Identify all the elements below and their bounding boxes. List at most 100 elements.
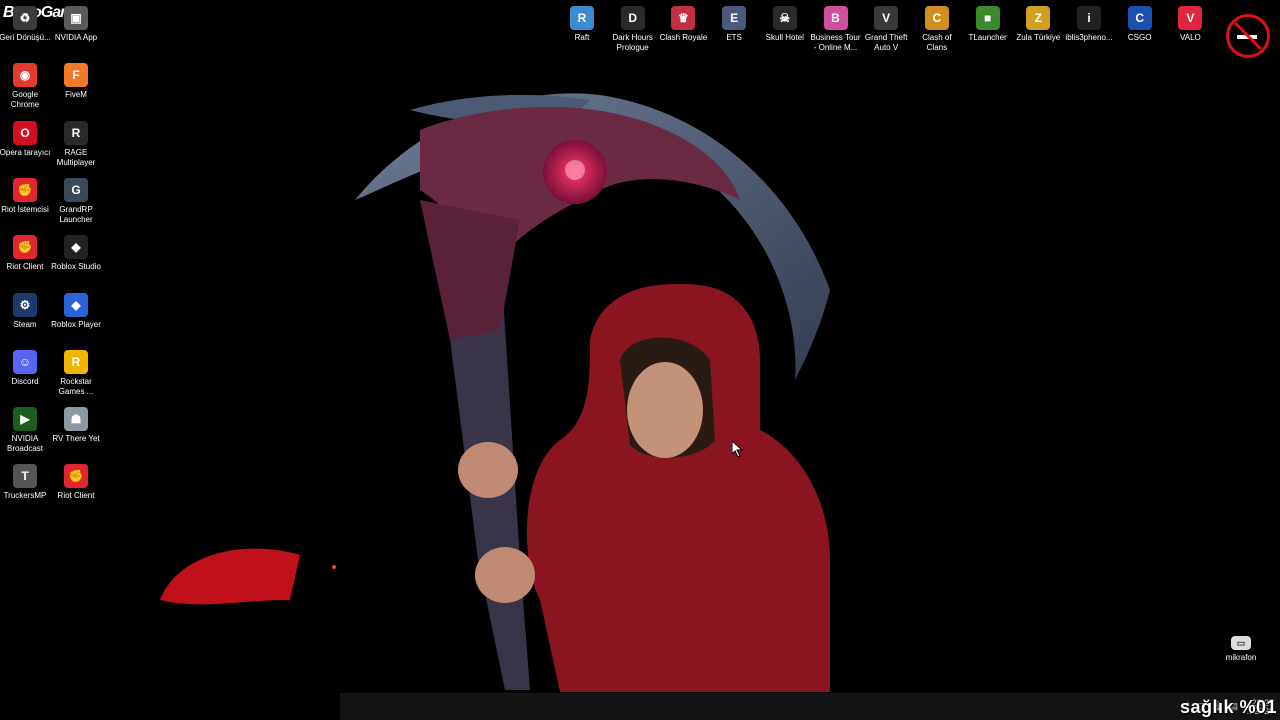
desktop-icon[interactable]: C Clash of Clans: [911, 6, 963, 53]
desktop-icon-label: Clash of Clans: [922, 33, 952, 52]
desktop-icon-label: ETS: [726, 33, 742, 42]
desktop-icon[interactable]: ✊ Riot Client: [0, 235, 51, 272]
iblis-icon: i: [1077, 6, 1101, 30]
desktop-icon-label: CSGO: [1127, 33, 1152, 42]
desktop-icon[interactable]: ♻ Geri Dönüşü...: [0, 6, 51, 43]
recycle-bin-icon: ♻: [13, 6, 37, 30]
desktop-icon-label: TruckersMP: [3, 491, 47, 501]
valorant-icon: V: [1178, 6, 1203, 30]
desktop-icon[interactable]: E ETS: [708, 6, 760, 43]
discord-icon: ☺: [13, 349, 37, 374]
clash-royale-icon: ♛: [671, 6, 696, 30]
desktop-icon[interactable]: i iblis3pheno...: [1063, 6, 1115, 43]
fivem-icon: F: [64, 63, 88, 88]
desktop-icon[interactable]: ⚙ Steam: [0, 292, 51, 330]
desktop-icon[interactable]: ◆ Roblox Player: [50, 292, 102, 330]
desktop-icon[interactable]: ▣ NVIDIA App: [50, 6, 102, 43]
clash-of-clans-icon: C: [924, 6, 949, 30]
csgo-icon: C: [1127, 6, 1152, 30]
desktop-icon-label: Riot Client: [57, 491, 95, 501]
desktop-icon-label: Google Chrome: [10, 90, 40, 110]
roblox-player-icon: ◆: [64, 292, 88, 317]
desktop-icon[interactable]: ✊ Riot Client: [50, 464, 102, 501]
desktop-icon[interactable]: R Raft: [556, 6, 608, 43]
no-smoking-icon: [1233, 21, 1263, 51]
riot-client-icon: ✊: [64, 464, 88, 489]
desktop-icon-label: Riot İstemcisi: [1, 204, 49, 214]
steam-icon: ⚙: [13, 292, 37, 317]
desktop-icon-label: Raft: [574, 33, 590, 42]
desktop-icon[interactable]: ◉ Google Chrome: [0, 63, 51, 110]
desktop-icon[interactable]: V VALO: [1164, 6, 1216, 43]
chrome-icon: ◉: [13, 63, 37, 88]
desktop-icon[interactable]: B Business Tour - Online M...: [810, 6, 862, 53]
desktop-icon[interactable]: T TruckersMP: [0, 464, 51, 501]
desktop-icon-label: TLauncher: [968, 33, 1007, 42]
desktop-icon-label: NVIDIA Broadcast: [6, 434, 44, 454]
mouse-cursor-icon: [732, 441, 744, 457]
desktop-icon[interactable]: G GrandRP Launcher: [50, 177, 102, 225]
rv-there-yet-icon: ☗: [64, 407, 88, 432]
rage-mp-icon: R: [64, 120, 88, 145]
desktop-icon[interactable]: V Grand Theft Auto V: [860, 6, 912, 53]
grandrp-icon: G: [64, 177, 88, 202]
taskbar: ⌃ ▢ 🎙 ▤ 23:27 ... 2026: [340, 693, 1280, 720]
desktop-icon[interactable]: ☗ RV There Yet: [50, 407, 102, 444]
opera-icon: O: [13, 120, 37, 145]
desktop-icon-label: RAGE Multiplayer: [56, 147, 96, 167]
desktop-icon-label: Dark Hours Prologue: [612, 33, 653, 52]
desktop-icon[interactable]: C CSGO: [1114, 6, 1166, 43]
microphone-shortcut-icon: ▭: [1231, 636, 1251, 650]
gta-v-icon: V: [874, 6, 899, 30]
business-tour-icon: B: [823, 6, 848, 30]
zula-icon: Z: [1026, 6, 1051, 30]
nvidia-broadcast-icon: ▶: [13, 407, 37, 432]
desktop-icon-label: GrandRP Launcher: [59, 204, 93, 224]
desktop-icon-label: Grand Theft Auto V: [864, 33, 908, 52]
rockstar-icon: R: [64, 349, 88, 374]
desktop-icon-label: VALO: [1180, 33, 1201, 42]
desktop-icon-label: mikrafon: [1225, 653, 1257, 662]
desktop-icon-label: Discord: [11, 376, 39, 386]
desktop-icon-label: Skull Hotel: [765, 33, 804, 42]
desktop-icon[interactable]: ■ TLauncher: [962, 6, 1014, 43]
desktop-icon[interactable]: ✊ Riot İstemcisi: [0, 177, 51, 215]
desktop-icon-mikrafon[interactable]: ▭ mikrafon: [1215, 636, 1267, 663]
desktop-icon[interactable]: ♛ Clash Royale: [657, 6, 709, 43]
desktop-icon[interactable]: ▶ NVIDIA Broadcast: [0, 407, 51, 454]
desktop-icon[interactable]: F FiveM: [50, 63, 102, 100]
desktop-icon[interactable]: D Dark Hours Prologue: [607, 6, 659, 53]
desktop-icon-label: Roblox Studio: [51, 262, 101, 272]
desktop-icon-label: Business Tour - Online M...: [810, 33, 861, 52]
skull-hotel-icon: ☠: [772, 6, 797, 30]
desktop-icon[interactable]: ☺ Discord: [0, 349, 51, 387]
desktop-icon[interactable]: O Opera tarayıcı: [0, 120, 51, 158]
desktop-icon-label: Roblox Player: [51, 319, 101, 329]
desktop-icon[interactable]: ◆ Roblox Studio: [50, 235, 102, 272]
nvidia-app-icon: ▣: [64, 6, 88, 30]
no-smoking-badge-icon: [1226, 14, 1270, 58]
desktop-icon-label: Opera tarayıcı: [0, 147, 51, 157]
desktop-icon-label: Steam: [13, 319, 37, 329]
truckersmp-icon: T: [13, 464, 37, 489]
wallpaper-art: [160, 93, 830, 692]
desktop-wallpaper: [0, 0, 1280, 720]
desktop-icon-label: NVIDIA App: [54, 33, 98, 42]
desktop-icon-label: Rockstar Games ...: [58, 376, 94, 396]
ets-icon: E: [722, 6, 747, 30]
desktop-icon-label: RV There Yet: [52, 434, 100, 444]
desktop-icon[interactable]: R RAGE Multiplayer: [50, 120, 102, 168]
overlay-health-text: sağlık %01: [1180, 697, 1278, 717]
desktop-icon[interactable]: ☠ Skull Hotel: [759, 6, 811, 43]
desktop-icon[interactable]: R Rockstar Games ...: [50, 349, 102, 397]
roblox-studio-icon: ◆: [64, 235, 88, 260]
desktop-icon-label: FiveM: [65, 90, 87, 100]
raft-icon: R: [570, 6, 594, 30]
riot-client-icon: ✊: [13, 177, 37, 202]
riot-client-icon: ✊: [13, 235, 37, 260]
dark-hours-icon: D: [620, 6, 645, 30]
desktop-icon[interactable]: Z Zula Türkiye: [1012, 6, 1064, 43]
desktop-icon-label: Riot Client: [6, 262, 44, 272]
desktop-icon-label: Zula Türkiye: [1016, 33, 1061, 42]
tlauncher-icon: ■: [975, 6, 1000, 30]
